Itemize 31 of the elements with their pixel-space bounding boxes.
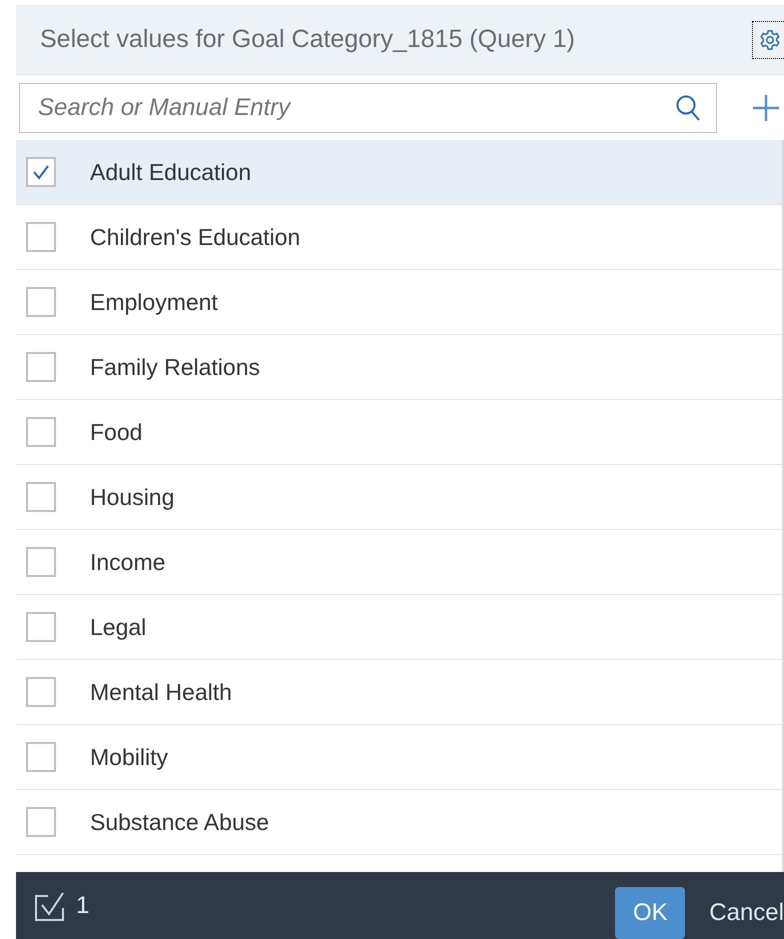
check-icon (32, 164, 50, 180)
dialog-title: Select values for Goal Category_1815 (Query 1) (40, 25, 575, 54)
list-item[interactable]: Housing (16, 465, 782, 530)
list-item[interactable]: Children's Education (16, 205, 782, 270)
checkbox[interactable] (26, 807, 56, 837)
checkbox[interactable] (26, 482, 56, 512)
search-field[interactable]: Search or Manual Entry (19, 82, 717, 132)
selected-count: 1 (76, 892, 90, 920)
list-item[interactable]: Mental Health (16, 660, 782, 725)
list-item[interactable]: Food (16, 400, 782, 465)
checkbox[interactable] (26, 222, 56, 252)
checkbox[interactable] (26, 352, 56, 382)
cancel-button[interactable]: Cancel (709, 898, 784, 926)
list-item[interactable]: Legal (16, 595, 782, 660)
list-item[interactable]: Employment (16, 270, 782, 335)
list-item[interactable]: Mobility (16, 725, 782, 790)
checkbox[interactable] (26, 742, 56, 772)
list-item[interactable]: Substance Abuse (16, 790, 782, 855)
checkbox[interactable] (26, 612, 56, 642)
checkbox[interactable] (26, 157, 56, 187)
checkbox[interactable] (26, 287, 56, 317)
settings-icon[interactable] (752, 20, 784, 58)
list-item[interactable]: Adult Education (16, 140, 782, 205)
add-icon[interactable] (753, 94, 779, 120)
checkbox[interactable] (26, 417, 56, 447)
list-item[interactable]: Family Relations (16, 335, 782, 400)
checkbox[interactable] (26, 547, 56, 577)
selection-count-icon (34, 890, 66, 920)
search-icon[interactable] (675, 94, 701, 122)
list-item[interactable]: Income (16, 530, 782, 595)
checkbox[interactable] (26, 677, 56, 707)
